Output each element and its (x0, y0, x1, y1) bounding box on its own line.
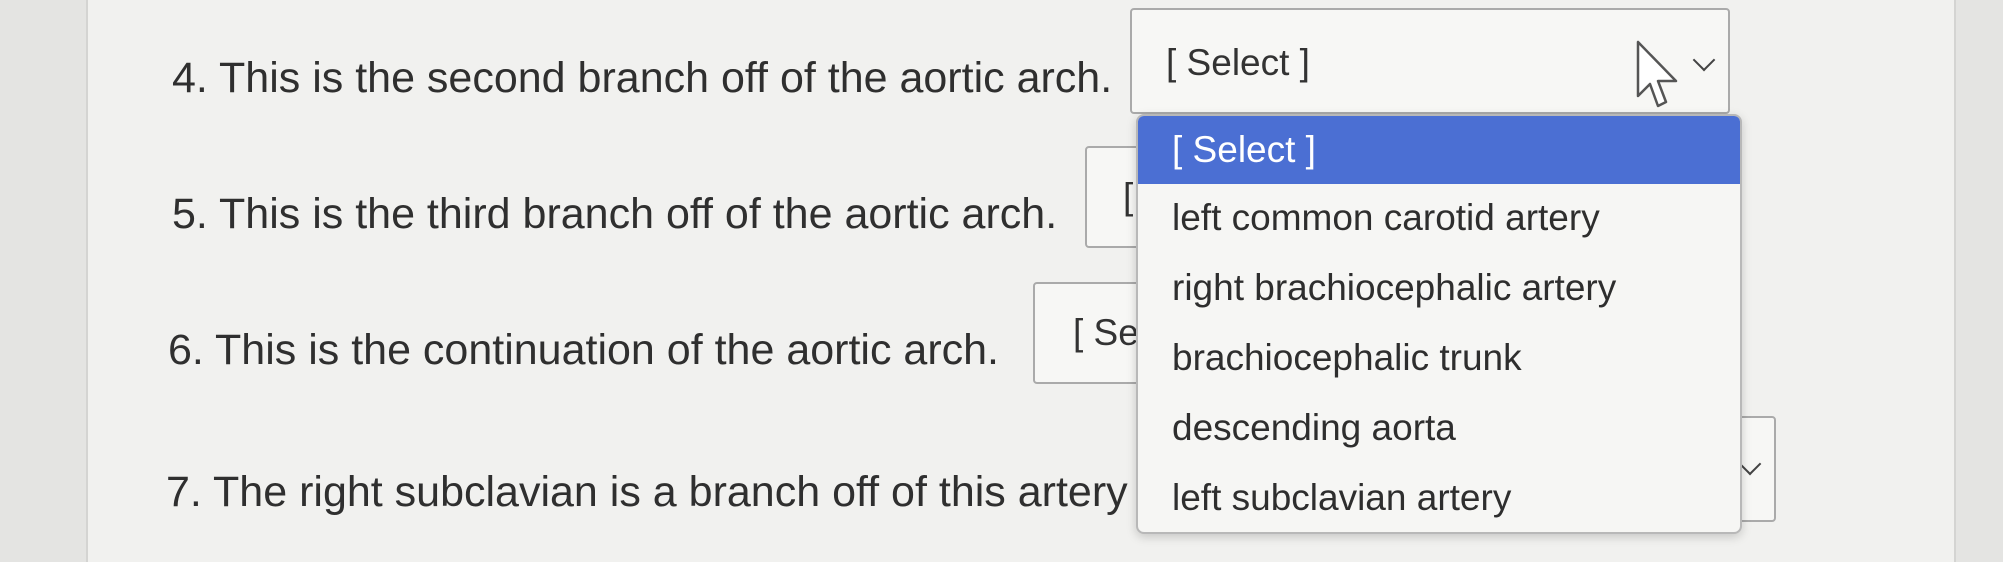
question-6-text: 6. This is the continuation of the aorti… (168, 326, 1000, 374)
question-7-text: 7. The right subclavian is a branch off … (166, 468, 1128, 516)
question-5-text: 5. This is the third branch off of the a… (172, 190, 1058, 238)
question-4-text: 4. This is the second branch off of the … (172, 54, 1113, 102)
select-value: [ (1123, 176, 1134, 217)
dropdown-option-left-subclavian-artery[interactable]: left subclavian artery (1138, 464, 1740, 532)
dropdown-option-select[interactable]: [ Select ] (1138, 116, 1740, 184)
select-dropdown-list[interactable]: [ Select ] left common carotid artery ri… (1136, 114, 1742, 534)
dropdown-option-right-brachiocephalic-artery[interactable]: right brachiocephalic artery (1138, 254, 1740, 322)
select-value: [ Select ] (1166, 42, 1310, 83)
mouse-pointer-icon (1636, 40, 1678, 108)
select-value: [ Se (1073, 312, 1139, 353)
dropdown-option-left-common-carotid-artery[interactable]: left common carotid artery (1138, 184, 1740, 252)
dropdown-option-brachiocephalic-trunk[interactable]: brachiocephalic trunk (1138, 324, 1740, 392)
chevron-down-icon (1692, 48, 1716, 72)
dropdown-option-descending-aorta[interactable]: descending aorta (1138, 394, 1740, 462)
chevron-down-icon (1738, 452, 1762, 476)
